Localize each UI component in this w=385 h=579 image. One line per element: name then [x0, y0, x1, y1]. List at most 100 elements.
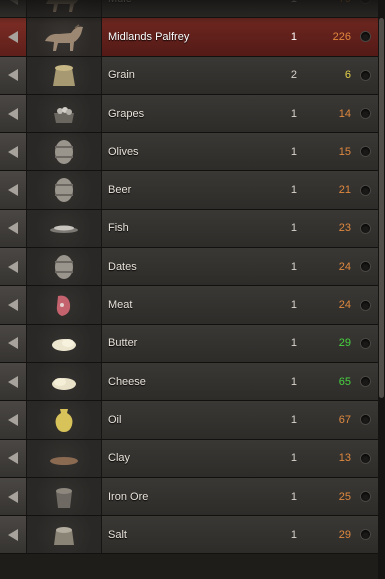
item-row-oil[interactable]: Oil 1 67 [0, 401, 378, 440]
item-quantity: 1 [290, 145, 297, 158]
barrel-icon [42, 175, 86, 205]
left-arrow-icon [8, 145, 18, 158]
transfer-arrow-button[interactable] [0, 0, 27, 18]
item-price: 65 [338, 375, 351, 388]
select-radio[interactable] [361, 70, 370, 80]
transfer-arrow-button[interactable] [0, 171, 27, 209]
transfer-arrow-button[interactable] [0, 477, 27, 516]
item-row-midlands-palfrey[interactable]: Midlands Palfrey 1 226 [0, 18, 378, 57]
item-price: 226 [332, 30, 351, 43]
select-radio[interactable] [361, 415, 370, 425]
item-quantity: 1 [267, 0, 297, 5]
item-thumbnail [27, 362, 102, 401]
left-arrow-icon [8, 107, 18, 120]
item-quantity: 1 [290, 222, 297, 235]
item-thumbnail [27, 0, 102, 18]
transfer-arrow-button[interactable] [0, 133, 27, 171]
left-arrow-icon [8, 452, 18, 465]
item-row-mule[interactable]: Mule 1 79 [0, 0, 378, 19]
item-row-salt[interactable]: Salt 1 29 [0, 516, 378, 555]
scrollbar-thumb[interactable] [379, 18, 384, 398]
transfer-arrow-button[interactable] [0, 286, 27, 324]
transfer-arrow-button[interactable] [0, 516, 27, 554]
item-quantity: 1 [290, 490, 297, 503]
select-radio[interactable] [361, 530, 370, 540]
item-thumbnail [27, 401, 102, 439]
item-name: Meat [108, 299, 133, 312]
item-quantity: 1 [290, 452, 297, 465]
item-thumbnail [27, 133, 102, 171]
item-thumbnail [27, 324, 102, 362]
left-arrow-icon [8, 337, 18, 350]
item-quantity: 1 [290, 299, 297, 312]
item-name: Iron Ore [108, 490, 149, 503]
select-radio[interactable] [361, 338, 370, 348]
item-thumbnail [27, 248, 102, 286]
item-row-cheese[interactable]: Cheese 1 65 [0, 362, 378, 402]
ore-bucket-icon [42, 482, 86, 512]
transfer-arrow-button[interactable] [0, 56, 27, 94]
meat-icon [42, 290, 86, 320]
oil-jar-icon [42, 405, 86, 435]
barrel-icon [42, 137, 86, 167]
item-row-grapes[interactable]: Grapes 1 14 [0, 94, 378, 134]
select-radio[interactable] [361, 147, 370, 157]
item-row-meat[interactable]: Meat 1 24 [0, 286, 378, 325]
item-thumbnail [27, 439, 102, 477]
item-name: Dates [108, 260, 137, 273]
select-radio[interactable] [361, 0, 370, 4]
item-row-dates[interactable]: Dates 1 24 [0, 248, 378, 287]
transfer-arrow-button[interactable] [0, 248, 27, 286]
item-name: Oil [108, 413, 122, 426]
select-radio[interactable] [361, 262, 370, 272]
left-arrow-icon [8, 375, 18, 388]
grain-sack-icon [42, 60, 86, 90]
transfer-arrow-button[interactable] [0, 18, 27, 56]
item-row-grain[interactable]: Grain 2 6 [0, 56, 378, 95]
item-row-fish[interactable]: Fish 1 23 [0, 209, 378, 249]
left-arrow-icon [8, 299, 18, 312]
item-name: Cheese [108, 375, 146, 388]
item-price: 29 [338, 528, 351, 541]
item-quantity: 1 [290, 30, 297, 43]
item-name: Midlands Palfrey [108, 30, 190, 43]
scrollbar[interactable] [378, 0, 385, 579]
select-radio[interactable] [361, 32, 370, 42]
select-radio[interactable] [361, 223, 370, 233]
transfer-arrow-button[interactable] [0, 209, 27, 248]
salt-sack-icon [42, 520, 86, 550]
select-radio[interactable] [361, 453, 370, 463]
select-radio[interactable] [361, 300, 370, 310]
mule-icon [42, 0, 86, 14]
item-thumbnail [27, 477, 102, 516]
clay-icon [42, 443, 86, 473]
item-price: 13 [338, 452, 351, 465]
item-row-olives[interactable]: Olives 1 15 [0, 133, 378, 172]
item-name: Olives [108, 145, 139, 158]
item-thumbnail [27, 18, 102, 56]
item-price: 29 [338, 337, 351, 350]
item-thumbnail [27, 209, 102, 248]
item-price: 14 [338, 107, 351, 120]
select-radio[interactable] [361, 492, 370, 501]
transfer-arrow-button[interactable] [0, 439, 27, 477]
item-quantity: 1 [290, 528, 297, 541]
select-radio[interactable] [361, 109, 370, 119]
left-arrow-icon [8, 184, 18, 197]
transfer-arrow-button[interactable] [0, 362, 27, 401]
transfer-arrow-button[interactable] [0, 401, 27, 439]
grapes-basket-icon [42, 99, 86, 129]
item-row-iron-ore[interactable]: Iron Ore 1 25 [0, 477, 378, 517]
item-quantity: 1 [290, 107, 297, 120]
transfer-arrow-button[interactable] [0, 94, 27, 133]
left-arrow-icon [8, 413, 18, 426]
transfer-arrow-button[interactable] [0, 324, 27, 362]
select-radio[interactable] [361, 377, 370, 387]
item-row-butter[interactable]: Butter 1 29 [0, 324, 378, 363]
item-quantity: 1 [290, 184, 297, 197]
item-price: 6 [344, 69, 351, 82]
item-row-beer[interactable]: Beer 1 21 [0, 171, 378, 210]
item-row-clay[interactable]: Clay 1 13 [0, 439, 378, 478]
select-radio[interactable] [361, 185, 370, 195]
item-price: 15 [338, 145, 351, 158]
